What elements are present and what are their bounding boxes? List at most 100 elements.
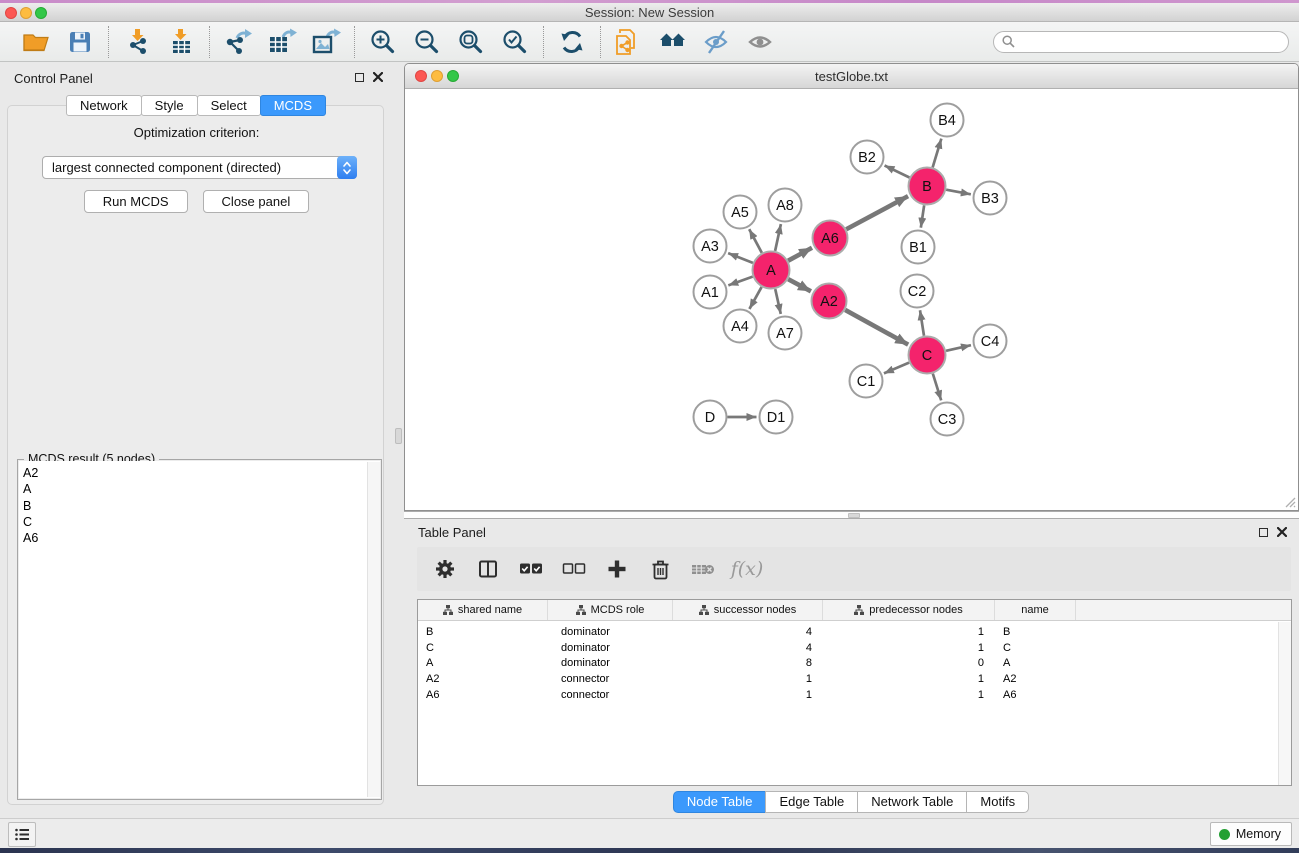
cell-MCDS-role[interactable]: dominator — [548, 642, 673, 654]
column-header-name[interactable]: name — [995, 600, 1076, 620]
graph-node-D1[interactable]: D1 — [760, 401, 793, 434]
zoom-in-button[interactable] — [366, 25, 400, 59]
graph-node-B3[interactable]: B3 — [974, 182, 1007, 215]
cell-MCDS-role[interactable]: connector — [548, 689, 673, 701]
cell-shared-name[interactable]: C — [418, 642, 548, 654]
zoom-fit-button[interactable] — [454, 25, 488, 59]
cell-predecessor-nodes[interactable]: 1 — [823, 689, 995, 701]
zoom-network-window-button[interactable] — [447, 70, 459, 82]
run-mcds-button[interactable]: Run MCDS — [84, 190, 188, 213]
graph-node-A5[interactable]: A5 — [724, 196, 757, 229]
graph-edge-C-C3[interactable] — [933, 374, 941, 401]
tab-network[interactable]: Network — [66, 95, 142, 116]
mcds-result-item[interactable]: C — [23, 514, 364, 530]
close-panel-icon[interactable] — [373, 72, 383, 82]
column-header-MCDS-role[interactable]: MCDS role — [548, 600, 673, 620]
graph-edge-A-A6[interactable] — [788, 248, 812, 261]
graph-edge-B-B4[interactable] — [933, 139, 942, 168]
cell-predecessor-nodes[interactable]: 1 — [823, 642, 995, 654]
refresh-layout-button[interactable] — [555, 25, 589, 59]
graph-node-B[interactable]: B — [909, 168, 946, 205]
table-scrollbar[interactable] — [1278, 622, 1291, 785]
cell-name[interactable]: A2 — [995, 673, 1076, 685]
export-table-button[interactable] — [265, 25, 299, 59]
cell-MCDS-role[interactable]: dominator — [548, 626, 673, 638]
tab-mcds[interactable]: MCDS — [260, 95, 326, 116]
graph-node-C1[interactable]: C1 — [850, 365, 883, 398]
task-history-button[interactable] — [8, 822, 36, 847]
show-all-button[interactable] — [744, 25, 778, 59]
cell-successor-nodes[interactable]: 1 — [673, 673, 823, 685]
mcds-result-item[interactable]: A6 — [23, 530, 364, 546]
cell-name[interactable]: A6 — [995, 689, 1076, 701]
graph-edge-A6-B[interactable] — [846, 196, 908, 229]
graph-edge-C-C1[interactable] — [884, 363, 909, 374]
close-panel-icon[interactable] — [1277, 527, 1287, 537]
open-file-button[interactable] — [19, 25, 53, 59]
close-window-button[interactable] — [5, 7, 17, 19]
search-input[interactable] — [1020, 35, 1280, 49]
panel-splitter-horizontal[interactable] — [404, 511, 1299, 519]
float-panel-icon[interactable] — [355, 73, 364, 82]
network-canvas[interactable]: B4B2BB3A5A8A6A3B1AA1C2A2A4A7C4CC1C3DD1 — [405, 89, 1298, 510]
cell-successor-nodes[interactable]: 1 — [673, 689, 823, 701]
mcds-result-item[interactable]: B — [23, 498, 364, 514]
splitter-handle[interactable] — [395, 428, 402, 444]
graph-edge-A-A8[interactable] — [775, 224, 781, 251]
splitter-handle[interactable] — [848, 513, 860, 518]
graph-edge-A-A4[interactable] — [749, 287, 761, 309]
minimize-network-window-button[interactable] — [431, 70, 443, 82]
cell-MCDS-role[interactable]: connector — [548, 673, 673, 685]
table-row[interactable]: Bdominator41B — [418, 624, 1291, 640]
result-list-scrollbar[interactable] — [367, 462, 380, 797]
cell-successor-nodes[interactable]: 8 — [673, 657, 823, 669]
select-all-button[interactable] — [513, 551, 549, 587]
graph-edge-B-B3[interactable] — [946, 190, 971, 195]
table-row[interactable]: A2connector11A2 — [418, 671, 1291, 687]
zoom-selected-button[interactable] — [498, 25, 532, 59]
cell-name[interactable]: A — [995, 657, 1076, 669]
delete-table-button[interactable] — [685, 551, 721, 587]
graph-node-C3[interactable]: C3 — [931, 403, 964, 436]
graph-node-B2[interactable]: B2 — [851, 141, 884, 174]
memory-button[interactable]: Memory — [1210, 822, 1292, 846]
graph-node-A4[interactable]: A4 — [724, 310, 757, 343]
cell-successor-nodes[interactable]: 4 — [673, 626, 823, 638]
cell-shared-name[interactable]: A — [418, 657, 548, 669]
graph-node-C2[interactable]: C2 — [901, 275, 934, 308]
table-row[interactable]: Adominator80A — [418, 656, 1291, 672]
graph-edge-B-B1[interactable] — [921, 205, 924, 227]
network-from-document-button[interactable] — [612, 25, 646, 59]
graph-edge-A-A3[interactable] — [728, 253, 753, 263]
cell-shared-name[interactable]: A2 — [418, 673, 548, 685]
create-column-button[interactable] — [599, 551, 635, 587]
deselect-all-button[interactable] — [556, 551, 592, 587]
search-field[interactable] — [993, 31, 1289, 53]
graph-node-A[interactable]: A — [753, 252, 790, 289]
cell-successor-nodes[interactable]: 4 — [673, 642, 823, 654]
cell-predecessor-nodes[interactable]: 1 — [823, 626, 995, 638]
cell-predecessor-nodes[interactable]: 0 — [823, 657, 995, 669]
mcds-result-item[interactable]: A — [23, 481, 364, 497]
cell-shared-name[interactable]: B — [418, 626, 548, 638]
graph-node-A8[interactable]: A8 — [769, 189, 802, 222]
tab-motifs[interactable]: Motifs — [966, 791, 1029, 813]
graph-node-A2[interactable]: A2 — [812, 284, 847, 319]
graph-node-A1[interactable]: A1 — [694, 276, 727, 309]
graph-edge-A2-C[interactable] — [845, 310, 908, 345]
save-session-button[interactable] — [63, 25, 97, 59]
hide-selected-button[interactable] — [700, 25, 734, 59]
graph-node-A6[interactable]: A6 — [813, 221, 848, 256]
graph-node-C[interactable]: C — [909, 337, 946, 374]
function-builder-button[interactable]: f(x) — [728, 551, 764, 587]
resize-grip-icon[interactable] — [1282, 494, 1296, 508]
table-row[interactable]: Cdominator41C — [418, 640, 1291, 656]
split-panel-button[interactable] — [470, 551, 506, 587]
export-network-button[interactable] — [221, 25, 255, 59]
column-header-successor-nodes[interactable]: successor nodes — [673, 600, 823, 620]
import-network-button[interactable] — [120, 25, 154, 59]
cell-MCDS-role[interactable]: dominator — [548, 657, 673, 669]
close-network-window-button[interactable] — [415, 70, 427, 82]
graph-edge-C-C2[interactable] — [920, 310, 924, 335]
cell-predecessor-nodes[interactable]: 1 — [823, 673, 995, 685]
